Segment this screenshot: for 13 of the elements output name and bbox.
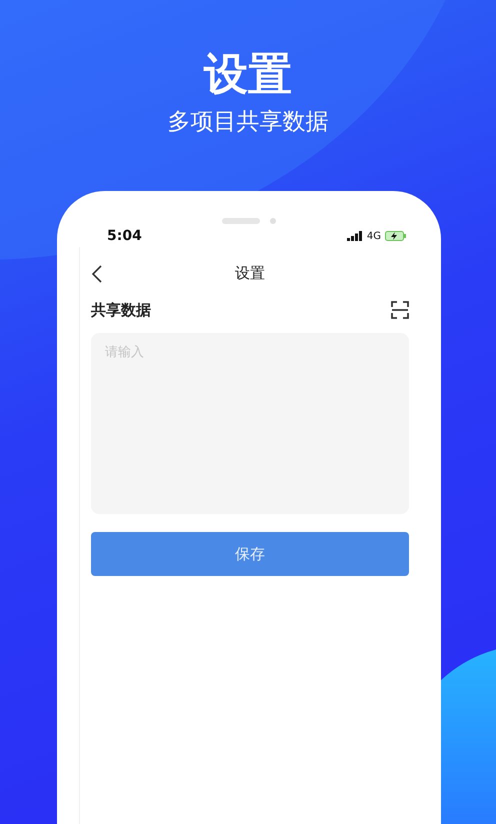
field-label: 共享数据 <box>91 300 151 320</box>
promo-subtitle: 多项目共享数据 <box>168 108 328 137</box>
network-type: 4G <box>366 230 381 242</box>
save-button[interactable]: 保存 <box>91 532 409 576</box>
promo-title: 设置 <box>204 48 292 102</box>
camera-dot <box>270 218 276 224</box>
signal-icon <box>346 231 363 241</box>
status-time: 5:04 <box>107 228 142 244</box>
nav-title: 设置 <box>235 264 265 282</box>
scan-icon[interactable] <box>391 301 409 319</box>
speaker-pill <box>222 218 260 224</box>
battery-icon <box>385 231 407 241</box>
back-icon[interactable] <box>91 265 103 283</box>
